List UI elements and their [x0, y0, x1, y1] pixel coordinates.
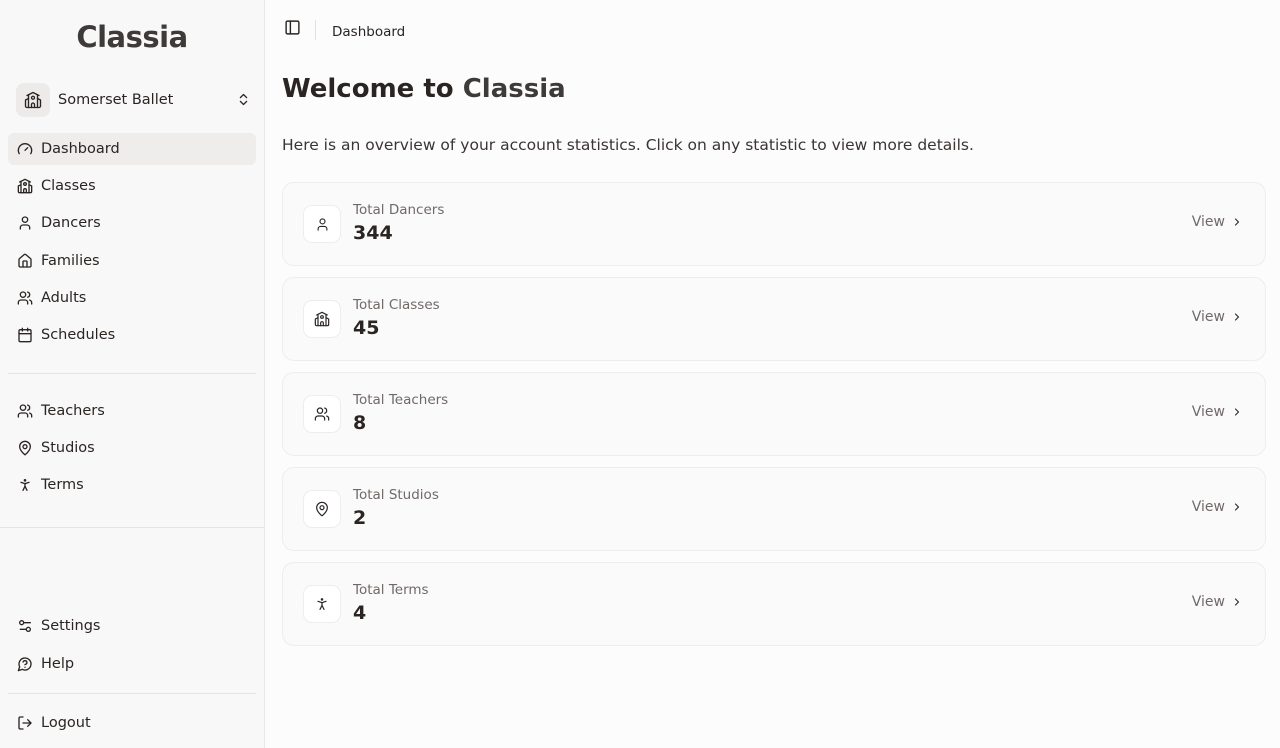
title-brand: Classia: [462, 74, 566, 104]
stat-card-classes[interactable]: Total Classes 45 View: [282, 277, 1266, 361]
chevron-right-icon: [1231, 215, 1243, 229]
page-title: Welcome to Classia: [282, 74, 566, 104]
view-link[interactable]: View: [1192, 214, 1243, 230]
view-link[interactable]: View: [1192, 404, 1243, 420]
chevrons-up-down-icon: [234, 91, 252, 109]
sidebar-item-studios[interactable]: Studios: [8, 432, 256, 464]
stat-value: 344: [353, 222, 393, 244]
help-circle-icon: [16, 656, 33, 673]
page-subtitle: Here is an overview of your account stat…: [282, 136, 974, 154]
sidebar-item-dancers[interactable]: Dancers: [8, 207, 256, 239]
chevron-right-icon: [1231, 405, 1243, 419]
stat-card-studios[interactable]: Total Studios 2 View: [282, 467, 1266, 551]
sidebar-item-label: Dashboard: [41, 141, 120, 157]
stat-value: 45: [353, 317, 380, 339]
stat-card-teachers[interactable]: Total Teachers 8 View: [282, 372, 1266, 456]
sidebar-item-schedules[interactable]: Schedules: [8, 319, 256, 351]
sidebar: Classia Somerset Ballet Dashboard Classe…: [0, 0, 265, 748]
view-link[interactable]: View: [1192, 499, 1243, 515]
sidebar-item-label: Adults: [41, 290, 87, 306]
view-label: View: [1191, 499, 1225, 515]
home-icon: [16, 253, 33, 270]
app-logo: Classia: [76, 20, 188, 54]
settings-sliders-icon: [16, 618, 33, 635]
sidebar-item-classes[interactable]: Classes: [8, 170, 256, 202]
view-label: View: [1191, 404, 1225, 420]
person-standing-icon: [16, 477, 33, 494]
stat-label: Total Terms: [353, 582, 429, 598]
sidebar-item-label: Settings: [41, 618, 101, 634]
view-label: View: [1191, 594, 1225, 610]
chevron-right-icon: [1231, 500, 1243, 514]
map-pin-icon: [16, 440, 33, 457]
sidebar-item-settings[interactable]: Settings: [8, 610, 256, 642]
users-icon: [16, 290, 33, 307]
sidebar-item-dashboard[interactable]: Dashboard: [8, 133, 256, 165]
users-icon: [16, 403, 33, 420]
sidebar-divider: [0, 527, 264, 528]
panel-left-icon: [284, 19, 301, 40]
school-building-icon: [16, 178, 33, 195]
stat-label: Total Studios: [353, 487, 439, 503]
school-building-icon: [303, 300, 341, 338]
view-label: View: [1191, 309, 1225, 325]
gauge-icon: [16, 141, 33, 158]
stat-label: Total Teachers: [353, 392, 449, 408]
org-name: Somerset Ballet: [58, 91, 174, 108]
users-icon: [303, 395, 341, 433]
stat-label: Total Classes: [353, 297, 440, 313]
sidebar-item-label: Schedules: [41, 327, 116, 343]
map-pin-icon: [303, 490, 341, 528]
user-icon: [16, 215, 33, 232]
sidebar-item-teachers[interactable]: Teachers: [8, 395, 256, 427]
stat-card-terms[interactable]: Total Terms 4 View: [282, 562, 1266, 646]
chevron-right-icon: [1231, 595, 1243, 609]
logout-icon: [16, 715, 33, 732]
sidebar-item-label: Teachers: [41, 403, 105, 419]
sidebar-toggle-button[interactable]: [283, 19, 301, 40]
logout-button[interactable]: Logout: [8, 707, 256, 739]
stat-value: 8: [353, 412, 367, 434]
sidebar-item-label: Classes: [41, 178, 96, 194]
header-divider: [315, 20, 316, 40]
school-building-icon: [16, 82, 50, 117]
sidebar-divider: [8, 693, 256, 694]
stat-label: Total Dancers: [353, 202, 445, 218]
sidebar-item-label: Dancers: [41, 215, 101, 231]
sidebar-item-label: Studios: [41, 440, 95, 456]
title-prefix: Welcome to: [282, 74, 463, 104]
view-link[interactable]: View: [1192, 309, 1243, 325]
sidebar-divider: [8, 373, 256, 374]
calendar-icon: [16, 327, 33, 344]
org-switcher[interactable]: Somerset Ballet: [16, 82, 252, 117]
sidebar-item-help[interactable]: Help: [8, 648, 256, 680]
logout-label: Logout: [41, 715, 91, 731]
person-standing-icon: [303, 585, 341, 623]
stat-card-dancers[interactable]: Total Dancers 344 View: [282, 182, 1266, 266]
breadcrumb: Dashboard: [332, 24, 406, 40]
view-link[interactable]: View: [1192, 594, 1243, 610]
chevron-right-icon: [1231, 310, 1243, 324]
sidebar-item-families[interactable]: Families: [8, 245, 256, 277]
sidebar-item-terms[interactable]: Terms: [8, 469, 256, 501]
stat-value: 4: [353, 602, 367, 624]
view-label: View: [1191, 214, 1225, 230]
sidebar-item-label: Terms: [41, 477, 84, 493]
sidebar-item-adults[interactable]: Adults: [8, 282, 256, 314]
sidebar-item-label: Families: [41, 253, 100, 269]
stat-value: 2: [353, 507, 367, 529]
user-icon: [303, 205, 341, 243]
sidebar-item-label: Help: [41, 656, 75, 672]
